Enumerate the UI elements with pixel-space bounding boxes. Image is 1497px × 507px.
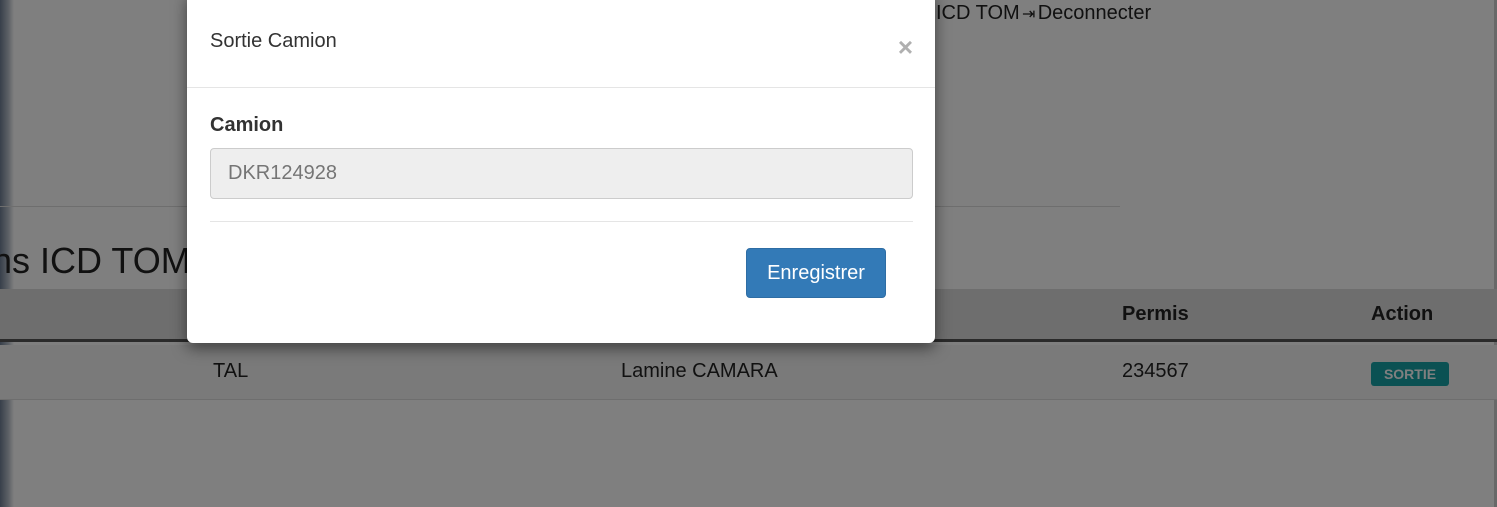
camion-input[interactable]: [210, 148, 913, 199]
camion-label: Camion: [210, 114, 284, 136]
sortie-camion-modal: Sortie Camion × Camion Enregistrer: [187, 0, 935, 343]
close-icon[interactable]: ×: [898, 34, 913, 60]
modal-title: Sortie Camion: [210, 30, 337, 52]
modal-header: Sortie Camion ×: [187, 0, 935, 88]
save-button[interactable]: Enregistrer: [746, 248, 886, 298]
modal-footer-divider: [210, 221, 913, 222]
